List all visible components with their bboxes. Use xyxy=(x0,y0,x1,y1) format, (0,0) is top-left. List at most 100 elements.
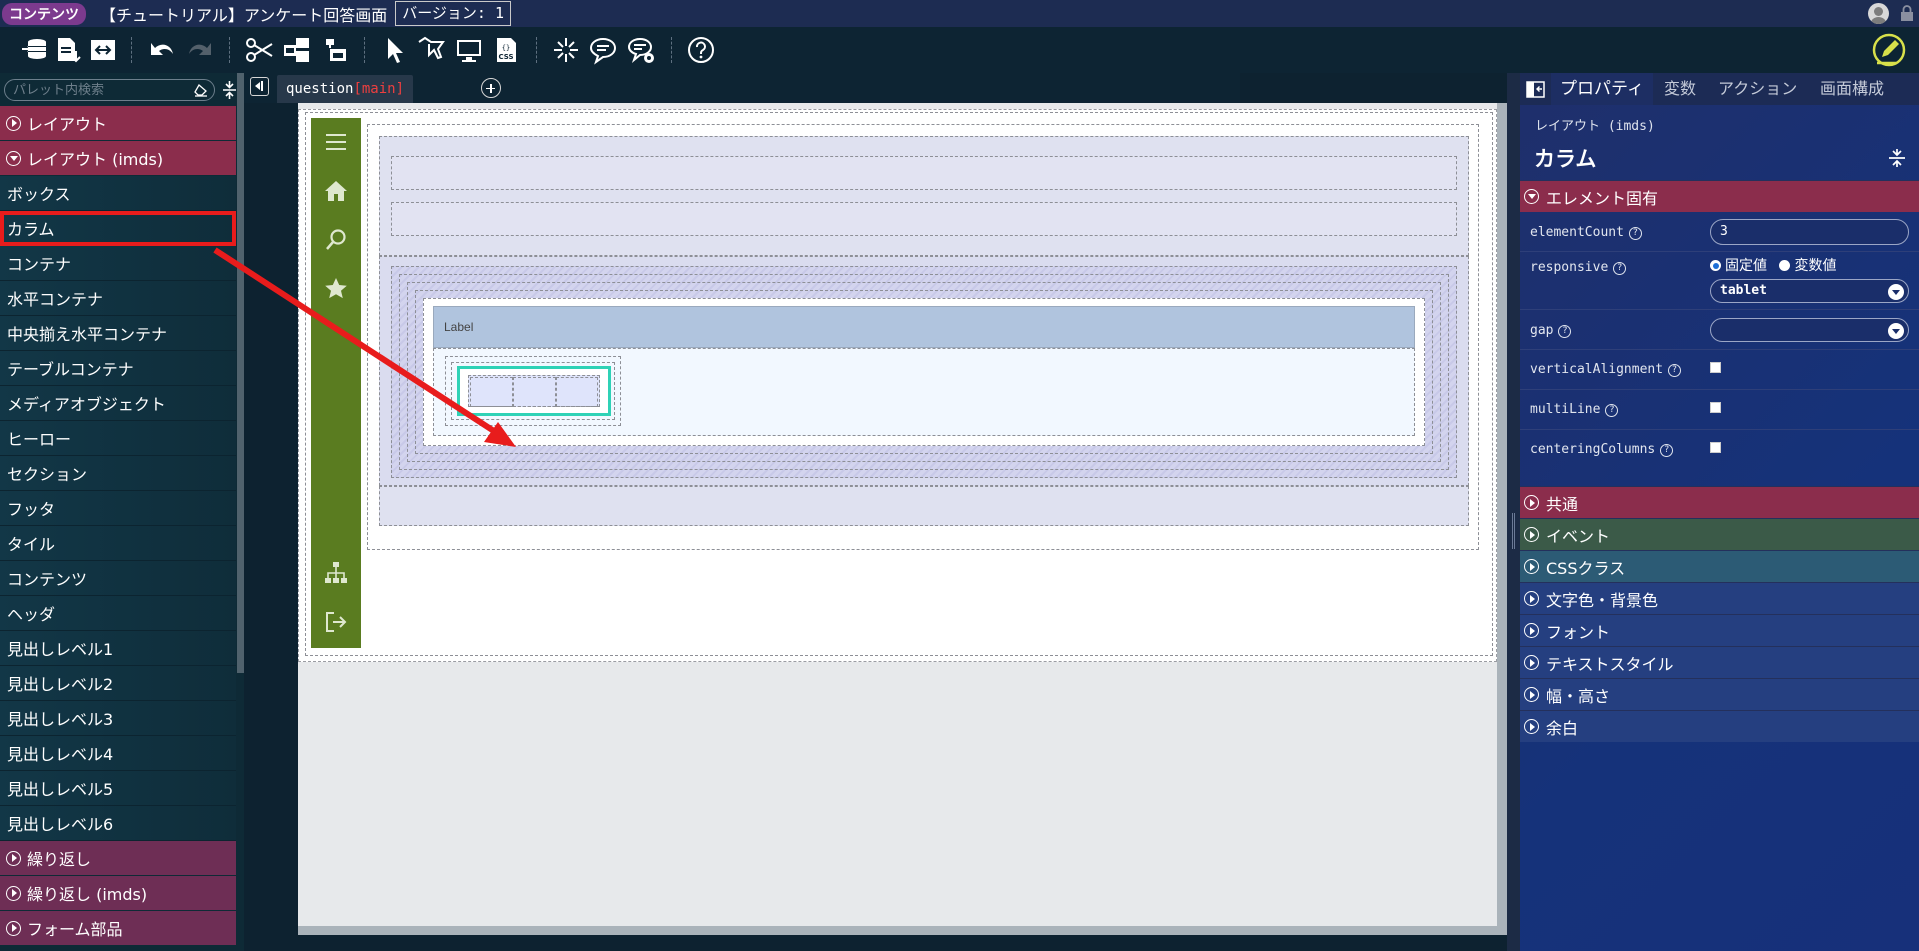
gap-select[interactable] xyxy=(1710,318,1909,342)
palette-item-header[interactable]: ヘッダ xyxy=(0,596,236,631)
preview-monitor-icon[interactable] xyxy=(452,33,486,67)
header-frame[interactable] xyxy=(379,136,1469,256)
palette-item-footer[interactable]: フッタ xyxy=(0,491,236,526)
help-icon[interactable]: ? xyxy=(1613,262,1627,275)
column-cell-1[interactable] xyxy=(470,377,513,407)
palette-item-tile[interactable]: タイル xyxy=(0,526,236,561)
palette-item-column[interactable]: カラム xyxy=(0,211,236,246)
palette-item-heading-4[interactable]: 見出しレベル4 xyxy=(0,736,236,771)
menu-icon[interactable] xyxy=(324,130,348,154)
palette-item-heading-2[interactable]: 見出しレベル2 xyxy=(0,666,236,701)
palette-item-container[interactable]: コンテナ xyxy=(0,246,236,281)
cut-icon[interactable] xyxy=(242,33,276,67)
header-row-2[interactable] xyxy=(391,202,1457,236)
redo-icon[interactable] xyxy=(183,33,217,67)
column-component[interactable] xyxy=(457,366,611,416)
section-colors[interactable]: 文字色・背景色 xyxy=(1520,582,1919,614)
palette-search-input[interactable] xyxy=(5,80,185,101)
search-icon[interactable] xyxy=(324,228,348,252)
column-cell-2[interactable] xyxy=(513,377,556,407)
palette-search[interactable] xyxy=(4,79,215,101)
card-label-bar[interactable]: Label xyxy=(433,306,1415,348)
centering-columns-checkbox[interactable] xyxy=(1710,442,1721,453)
user-avatar[interactable] xyxy=(1868,3,1889,24)
palette-item-heading-5[interactable]: 見出しレベル5 xyxy=(0,771,236,806)
tab-question-main[interactable]: question[main] xyxy=(277,75,414,103)
palette-item-horizontal-container[interactable]: 水平コンテナ xyxy=(0,281,236,316)
eraser-icon[interactable] xyxy=(193,83,208,97)
palette-section-layout[interactable]: レイアウト xyxy=(0,106,236,141)
palette-item-box[interactable]: ボックス xyxy=(0,176,236,211)
sitemap-icon[interactable] xyxy=(324,561,348,585)
add-tab-icon[interactable] xyxy=(481,78,501,98)
palette-item-section[interactable]: セクション xyxy=(0,456,236,491)
palette-section-repeat-imds[interactable]: 繰り返し (imds) xyxy=(0,876,236,911)
tab-variables[interactable]: 変数 xyxy=(1664,73,1696,105)
palette-item-heading-3[interactable]: 見出しレベル3 xyxy=(0,701,236,736)
column-cell-3[interactable] xyxy=(556,377,598,407)
element-count-input[interactable]: 3 xyxy=(1710,219,1909,245)
help-icon[interactable]: ? xyxy=(1558,325,1572,338)
collapse-all-icon[interactable] xyxy=(221,81,238,99)
help-icon[interactable]: ? xyxy=(1605,404,1619,417)
lock-icon[interactable] xyxy=(1900,5,1914,22)
palette-item-centered-horizontal-container[interactable]: 中央揃え水平コンテナ xyxy=(0,316,236,351)
pin-panel-icon[interactable] xyxy=(1526,81,1545,98)
save-download-icon[interactable] xyxy=(50,33,84,67)
css-icon[interactable]: {} CSS xyxy=(489,33,523,67)
radio-fixed[interactable]: 固定値 xyxy=(1710,258,1767,274)
home-icon[interactable] xyxy=(324,179,348,203)
palette-item-heading-6[interactable]: 見出しレベル6 xyxy=(0,806,236,841)
palette-item-heading-1[interactable]: 見出しレベル1 xyxy=(0,631,236,666)
vertical-alignment-checkbox[interactable] xyxy=(1710,362,1721,373)
section-font[interactable]: フォント xyxy=(1520,614,1919,646)
canvas-area[interactable]: Label xyxy=(298,103,1507,935)
header-row-1[interactable] xyxy=(391,156,1457,190)
tab-actions[interactable]: アクション xyxy=(1718,73,1797,105)
logout-icon[interactable] xyxy=(324,610,348,634)
comment-settings-icon[interactable] xyxy=(624,33,658,67)
tab-properties[interactable]: プロパティ xyxy=(1551,73,1653,105)
palette-section-repeat[interactable]: 繰り返し xyxy=(0,841,236,876)
swap-icon[interactable] xyxy=(86,33,120,67)
palette-item-contents[interactable]: コンテンツ xyxy=(0,561,236,596)
canvas-horizontal-scrollbar[interactable] xyxy=(298,926,1497,935)
multiline-checkbox[interactable] xyxy=(1710,402,1721,413)
back-icon[interactable] xyxy=(250,77,269,96)
spark-icon[interactable] xyxy=(549,33,583,67)
section-element-specific[interactable]: エレメント固有 xyxy=(1520,180,1919,212)
section-spacing[interactable]: 余白 xyxy=(1520,710,1919,742)
tab-screen-structure[interactable]: 画面構成 xyxy=(1820,73,1884,105)
section-css-class[interactable]: CSSクラス xyxy=(1520,550,1919,582)
import-icon[interactable] xyxy=(18,33,52,67)
collapse-all-icon[interactable] xyxy=(1888,149,1906,167)
section-size[interactable]: 幅・高さ xyxy=(1520,678,1919,710)
responsive-select[interactable]: tablet xyxy=(1710,279,1909,303)
copy-component-icon[interactable] xyxy=(280,33,314,67)
help-icon[interactable]: ? xyxy=(1628,227,1642,240)
panel-splitter[interactable] xyxy=(1507,73,1520,951)
canvas-vertical-scrollbar[interactable] xyxy=(1497,103,1507,935)
palette-scrollbar[interactable] xyxy=(237,73,244,673)
add-pointer-icon[interactable] xyxy=(414,33,448,67)
comment-icon[interactable] xyxy=(586,33,620,67)
version-indicator[interactable]: バージョン: 1 xyxy=(395,1,511,26)
palette-section-layout-imds[interactable]: レイアウト (imds) xyxy=(0,141,236,176)
section-text-style[interactable]: テキストスタイル xyxy=(1520,646,1919,678)
edit-icon[interactable] xyxy=(1871,32,1907,68)
palette-item-table-container[interactable]: テーブルコンテナ xyxy=(0,351,236,386)
help-icon[interactable]: ? xyxy=(1660,444,1674,457)
undo-icon[interactable] xyxy=(145,33,179,67)
palette-section-form-parts[interactable]: フォーム部品 xyxy=(0,911,236,946)
star-icon[interactable] xyxy=(324,277,348,301)
help-icon[interactable]: ? xyxy=(1668,364,1682,377)
section-events[interactable]: イベント xyxy=(1520,518,1919,550)
palette-item-media-object[interactable]: メディアオブジェクト xyxy=(0,386,236,421)
palette-item-hero[interactable]: ヒーロー xyxy=(0,421,236,456)
paste-icon[interactable] xyxy=(318,33,352,67)
footer-frame[interactable] xyxy=(379,486,1469,526)
help-icon[interactable] xyxy=(684,33,718,67)
select-pointer-icon[interactable] xyxy=(378,33,412,67)
page-preview[interactable]: Label xyxy=(298,109,1497,662)
radio-variable[interactable]: 変数値 xyxy=(1779,258,1836,274)
